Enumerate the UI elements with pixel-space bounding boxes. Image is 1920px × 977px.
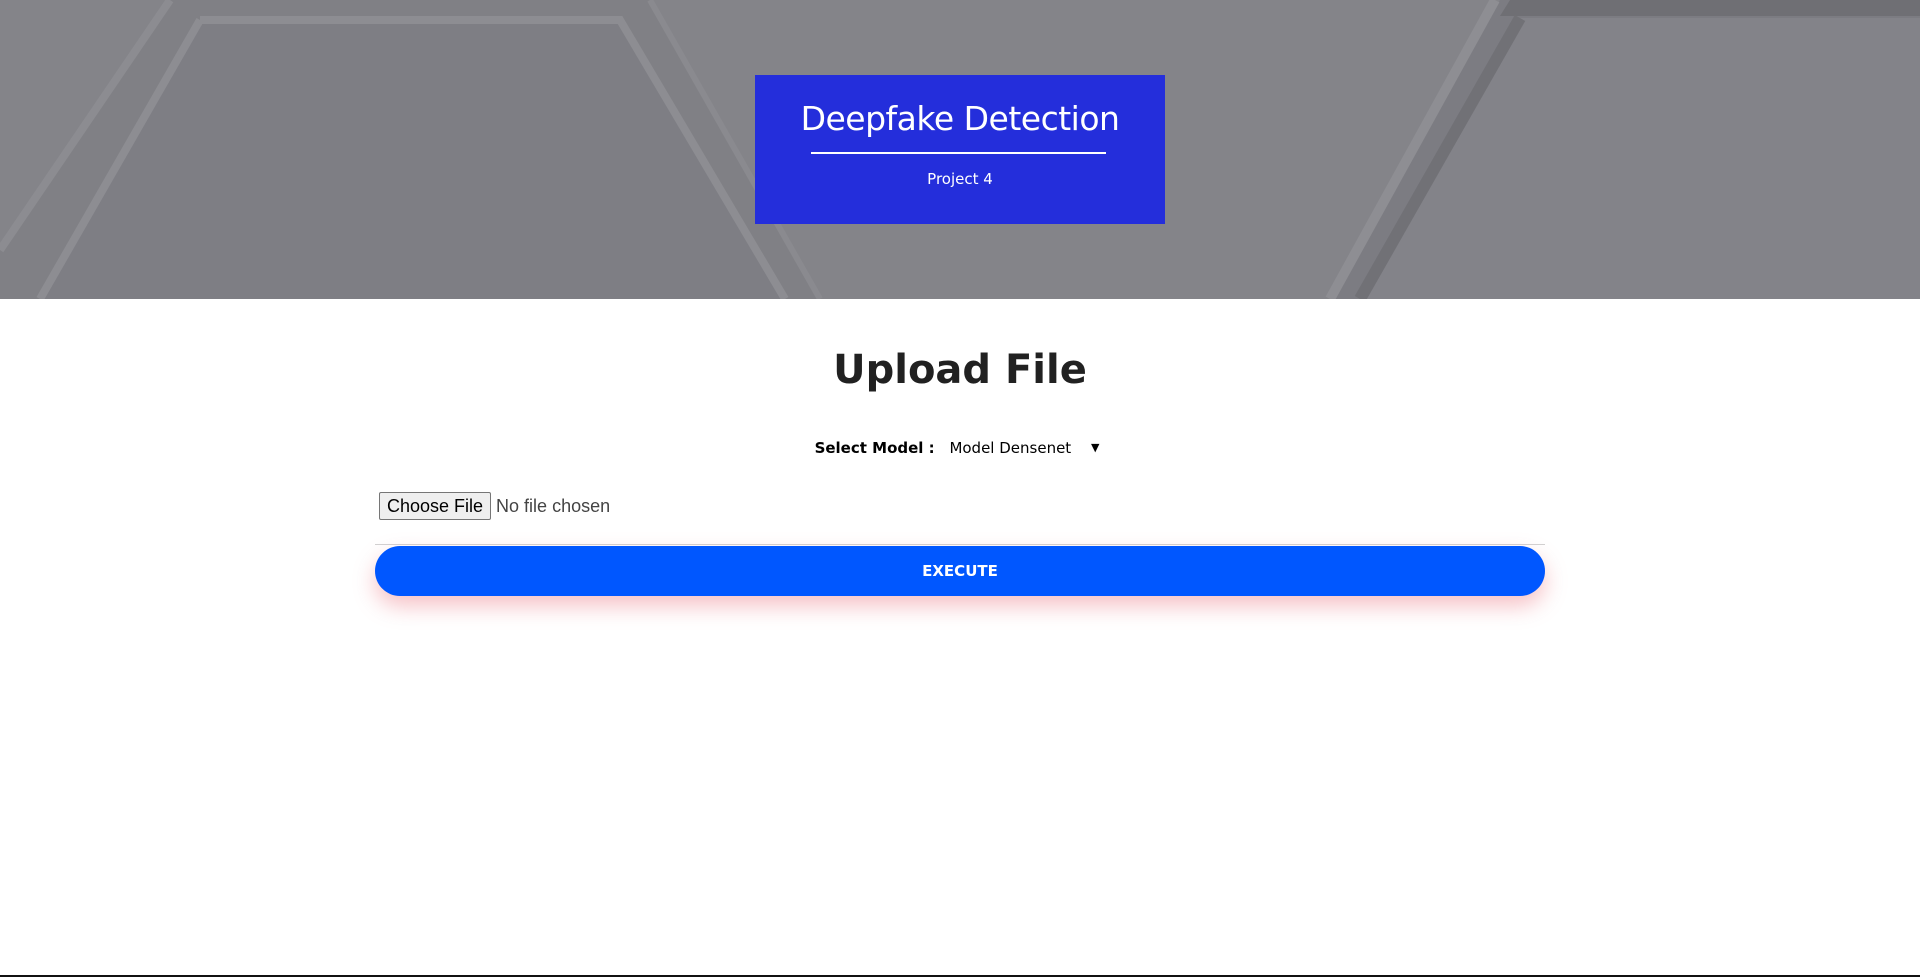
page-title: Upload File bbox=[833, 347, 1087, 393]
model-select[interactable]: Model Densenet ▼ bbox=[945, 435, 1105, 461]
title-divider bbox=[811, 152, 1106, 154]
execute-button[interactable]: EXECUTE bbox=[375, 546, 1545, 596]
model-select-value: Model Densenet bbox=[949, 438, 1072, 457]
file-status-text: No file chosen bbox=[496, 495, 611, 516]
choose-file-button[interactable]: Choose File bbox=[379, 492, 492, 520]
file-input[interactable]: Choose File No file chosen bbox=[379, 491, 610, 521]
site-title: Deepfake Detection bbox=[800, 99, 1120, 138]
title-card: Deepfake Detection Project 4 bbox=[755, 75, 1165, 224]
chevron-down-icon: ▼ bbox=[1090, 440, 1100, 454]
divider bbox=[375, 544, 1545, 545]
hero-banner: Deepfake Detection Project 4 bbox=[0, 0, 1920, 299]
model-select-label: Select Model : bbox=[814, 438, 935, 457]
model-select-row: Select Model : Model Densenet ▼ bbox=[0, 434, 1920, 461]
site-subtitle: Project 4 bbox=[927, 170, 993, 188]
